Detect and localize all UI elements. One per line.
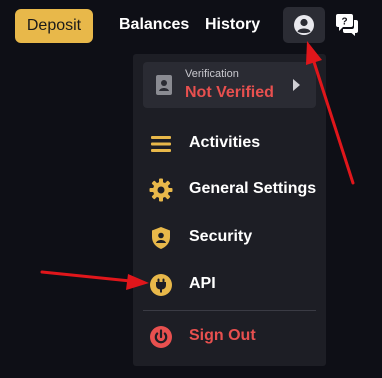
verification-card[interactable]: Verification Not Verified [143,62,316,108]
menu-item-activities[interactable]: Activities [133,123,326,163]
menu-item-label: Sign Out [189,327,256,344]
profile-button[interactable] [283,7,325,43]
shield-user-icon [152,227,170,249]
menu-item-label: Security [189,228,253,245]
menu-divider [143,310,316,311]
nav-history[interactable]: History [205,16,260,34]
plug-icon [150,274,172,296]
help-chat-icon[interactable]: ? [334,12,360,38]
menu-item-label: API [189,275,216,292]
menu-item-general-settings[interactable]: General Settings [133,169,326,209]
account-dropdown-menu: Verification Not Verified Activities Gen… [133,54,326,366]
svg-text:?: ? [341,17,347,28]
menu-item-label: Activities [189,134,261,151]
chevron-right-icon [293,79,300,91]
menu-item-sign-out[interactable]: Sign Out [133,316,326,356]
id-badge-icon [156,75,172,95]
user-circle-icon [294,15,314,35]
verification-caption: Verification [185,68,239,80]
list-icon [151,136,171,152]
menu-item-api[interactable]: API [133,264,326,304]
gear-icon [149,178,173,202]
power-icon [150,326,172,348]
verification-status: Not Verified [185,84,274,101]
menu-item-security[interactable]: Security [133,217,326,257]
nav-balances[interactable]: Balances [119,16,189,34]
deposit-button[interactable]: Deposit [15,9,93,43]
menu-item-label: General Settings [189,180,317,197]
